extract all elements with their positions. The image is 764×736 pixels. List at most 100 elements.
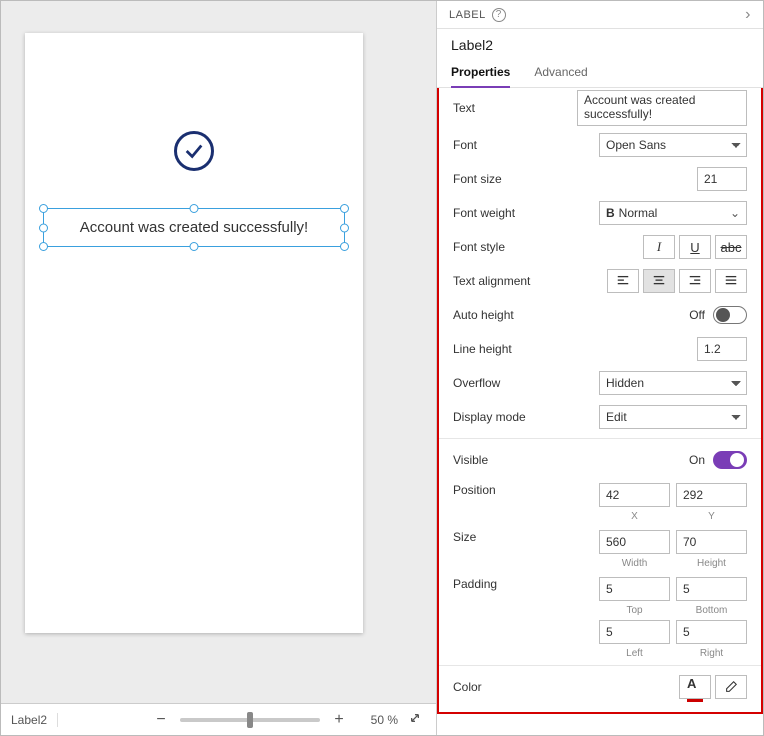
prop-pad-right-input[interactable] xyxy=(676,620,747,644)
align-justify-button[interactable] xyxy=(715,269,747,293)
canvas-page[interactable]: Account was created successfully! xyxy=(25,33,363,633)
strikethrough-button[interactable]: abc xyxy=(715,235,747,259)
divider xyxy=(439,438,761,439)
prop-fontsize: Font size xyxy=(439,162,761,196)
align-right-button[interactable] xyxy=(679,269,711,293)
prop-font: Font Open Sans xyxy=(439,128,761,162)
zoom-in-button[interactable]: + xyxy=(330,711,348,729)
zoom-slider-thumb[interactable] xyxy=(247,712,253,728)
prop-align: Text alignment xyxy=(439,264,761,298)
resize-handle-sw[interactable] xyxy=(39,242,48,251)
canvas-area: Account was created successfully! Label2… xyxy=(1,1,437,735)
cap-x: X xyxy=(599,511,670,522)
prop-text: Text Account was created successfully! xyxy=(439,88,761,128)
panel-title: Label2 xyxy=(437,29,763,59)
align-left-button[interactable] xyxy=(607,269,639,293)
zoom-slider[interactable] xyxy=(180,718,320,722)
prop-autoheight-toggle[interactable] xyxy=(713,306,747,324)
prop-padding-label: Padding xyxy=(453,577,591,591)
panel-header: LABEL ? › xyxy=(437,1,763,29)
prop-overflow-select[interactable]: Hidden xyxy=(599,371,747,395)
prop-align-label: Text alignment xyxy=(453,274,591,288)
prop-pad-top-input[interactable] xyxy=(599,577,670,601)
resize-handle-ne[interactable] xyxy=(340,204,349,213)
font-color-icon: A xyxy=(687,676,703,691)
prop-autoheight-value: Off xyxy=(689,308,705,322)
cap-left: Left xyxy=(599,648,670,659)
prop-lineheight-label: Line height xyxy=(453,342,689,356)
prop-font-select[interactable]: Open Sans xyxy=(599,133,747,157)
prop-lineheight-input[interactable] xyxy=(697,337,747,361)
prop-text-label: Text xyxy=(453,101,569,115)
panel-tabs: Properties Advanced xyxy=(437,59,763,88)
resize-handle-s[interactable] xyxy=(190,242,199,251)
properties-list[interactable]: Text Account was created successfully! F… xyxy=(439,88,761,712)
prop-size: Size Width Height xyxy=(439,524,761,571)
panel-header-label: LABEL xyxy=(449,9,486,21)
prop-fontweight: Font weight B Normal ⌄ xyxy=(439,196,761,230)
prop-pad-bottom-input[interactable] xyxy=(676,577,747,601)
prop-position-x-input[interactable] xyxy=(599,483,670,507)
tab-advanced[interactable]: Advanced xyxy=(534,59,587,87)
prop-fontstyle-label: Font style xyxy=(453,240,591,254)
help-icon[interactable]: ? xyxy=(492,8,506,22)
prop-color: Color A xyxy=(439,670,761,704)
prop-displaymode-select[interactable]: Edit xyxy=(599,405,747,429)
prop-displaymode-label: Display mode xyxy=(453,410,591,424)
cap-width: Width xyxy=(599,558,670,569)
resize-handle-w[interactable] xyxy=(39,223,48,232)
prop-fontweight-label: Font weight xyxy=(453,206,591,220)
prop-fontsize-input[interactable] xyxy=(697,167,747,191)
underline-button[interactable]: U xyxy=(679,235,711,259)
prop-visible-value: On xyxy=(689,453,705,467)
prop-text-input[interactable]: Account was created successfully! xyxy=(577,90,747,126)
prop-overflow-label: Overflow xyxy=(453,376,591,390)
resize-handle-nw[interactable] xyxy=(39,204,48,213)
prop-fontweight-select[interactable]: B Normal ⌄ xyxy=(599,201,747,225)
prop-size-h-input[interactable] xyxy=(676,530,747,554)
prop-position: Position X Y xyxy=(439,477,761,524)
zoom-percent: 50 % xyxy=(358,713,398,727)
prop-position-y-input[interactable] xyxy=(676,483,747,507)
app-root: Account was created successfully! Label2… xyxy=(1,1,763,735)
fullscreen-icon[interactable] xyxy=(408,711,426,729)
italic-button[interactable]: I xyxy=(643,235,675,259)
color-picker-button[interactable] xyxy=(715,675,747,699)
prop-displaymode: Display mode Edit xyxy=(439,400,761,434)
properties-body: Text Account was created successfully! F… xyxy=(437,88,763,714)
prop-autoheight-label: Auto height xyxy=(453,308,591,322)
canvas-selected-label[interactable]: Account was created successfully! xyxy=(43,208,345,247)
cap-y: Y xyxy=(676,511,747,522)
resize-handle-n[interactable] xyxy=(190,204,199,213)
canvas-viewport[interactable]: Account was created successfully! xyxy=(1,1,436,703)
tab-properties[interactable]: Properties xyxy=(451,59,510,87)
prop-autoheight: Auto height Off xyxy=(439,298,761,332)
prop-lineheight: Line height xyxy=(439,332,761,366)
cap-height: Height xyxy=(676,558,747,569)
font-color-button[interactable]: A xyxy=(679,675,711,699)
cap-right: Right xyxy=(676,648,747,659)
prop-color-label: Color xyxy=(453,680,659,694)
prop-fontstyle: Font style I U abc xyxy=(439,230,761,264)
resize-handle-e[interactable] xyxy=(340,223,349,232)
properties-panel: LABEL ? › Label2 Properties Advanced Tex… xyxy=(437,1,763,735)
panel-collapse-icon[interactable]: › xyxy=(745,6,751,24)
prop-font-label: Font xyxy=(453,138,591,152)
align-center-button[interactable] xyxy=(643,269,675,293)
prop-overflow: Overflow Hidden xyxy=(439,366,761,400)
prop-pad-left-input[interactable] xyxy=(599,620,670,644)
prop-visible: Visible On xyxy=(439,443,761,477)
prop-visible-toggle[interactable] xyxy=(713,451,747,469)
checkmark-circle-icon xyxy=(174,131,214,171)
footer-bar: Label2 − + 50 % xyxy=(1,703,436,735)
prop-position-label: Position xyxy=(453,483,591,497)
canvas-label-text: Account was created successfully! xyxy=(80,219,308,236)
prop-visible-label: Visible xyxy=(453,453,591,467)
divider-2 xyxy=(439,665,761,666)
cap-bottom: Bottom xyxy=(676,605,747,616)
prop-padding: Padding Top Bottom xyxy=(439,571,761,661)
zoom-out-button[interactable]: − xyxy=(152,711,170,729)
prop-size-w-input[interactable] xyxy=(599,530,670,554)
resize-handle-se[interactable] xyxy=(340,242,349,251)
chevron-down-icon: ⌄ xyxy=(730,206,740,220)
